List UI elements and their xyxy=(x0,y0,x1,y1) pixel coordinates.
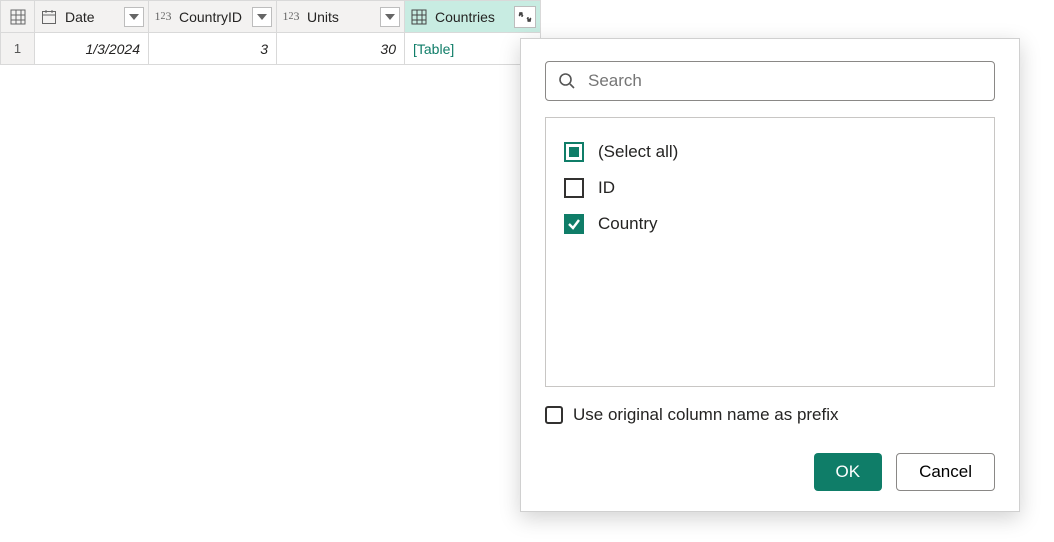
column-header-units[interactable]: 123 Units xyxy=(277,1,405,33)
search-icon xyxy=(558,72,576,90)
option-country[interactable]: Country xyxy=(564,206,976,242)
data-grid: Date 123 CountryID 123 Units xyxy=(0,0,541,65)
expand-column-popup: (Select all) ID Country Use original col… xyxy=(520,38,1020,512)
cancel-button[interactable]: Cancel xyxy=(896,453,995,491)
option-select-all[interactable]: (Select all) xyxy=(564,134,976,170)
column-header-countries[interactable]: Countries xyxy=(405,1,541,33)
cell-countryid[interactable]: 3 xyxy=(149,33,277,65)
search-field[interactable] xyxy=(545,61,995,101)
column-list: (Select all) ID Country xyxy=(545,117,995,387)
table-icon xyxy=(8,9,28,25)
row-selector-header[interactable] xyxy=(1,1,35,33)
option-label: Country xyxy=(598,214,658,234)
checkbox-indeterminate-icon xyxy=(564,142,584,162)
cell-units[interactable]: 30 xyxy=(277,33,405,65)
column-header-countryid[interactable]: 123 CountryID xyxy=(149,1,277,33)
checkbox-checked-icon xyxy=(564,214,584,234)
search-input[interactable] xyxy=(586,70,982,92)
checkbox-unchecked-icon xyxy=(564,178,584,198)
checkbox-unchecked-icon xyxy=(545,406,563,424)
table-row[interactable]: 1 1/3/2024 3 30 [Table] xyxy=(1,33,541,65)
calendar-icon xyxy=(39,9,59,25)
prefix-checkbox[interactable]: Use original column name as prefix xyxy=(545,405,995,425)
prefix-label: Use original column name as prefix xyxy=(573,405,839,425)
row-index: 1 xyxy=(1,33,35,65)
cell-date[interactable]: 1/3/2024 xyxy=(35,33,149,65)
column-name: Date xyxy=(63,9,120,25)
option-label: (Select all) xyxy=(598,142,678,162)
table-type-icon xyxy=(409,9,429,25)
filter-button[interactable] xyxy=(252,7,272,27)
filter-button[interactable] xyxy=(124,7,144,27)
column-name: Countries xyxy=(433,9,510,25)
expand-button[interactable] xyxy=(514,6,536,28)
column-name: Units xyxy=(305,9,376,25)
column-header-date[interactable]: Date xyxy=(35,1,149,33)
ok-button[interactable]: OK xyxy=(814,453,883,491)
number-type-icon: 123 xyxy=(281,9,301,24)
column-name: CountryID xyxy=(177,9,248,25)
option-label: ID xyxy=(598,178,615,198)
number-type-icon: 123 xyxy=(153,9,173,24)
option-id[interactable]: ID xyxy=(564,170,976,206)
filter-button[interactable] xyxy=(380,7,400,27)
